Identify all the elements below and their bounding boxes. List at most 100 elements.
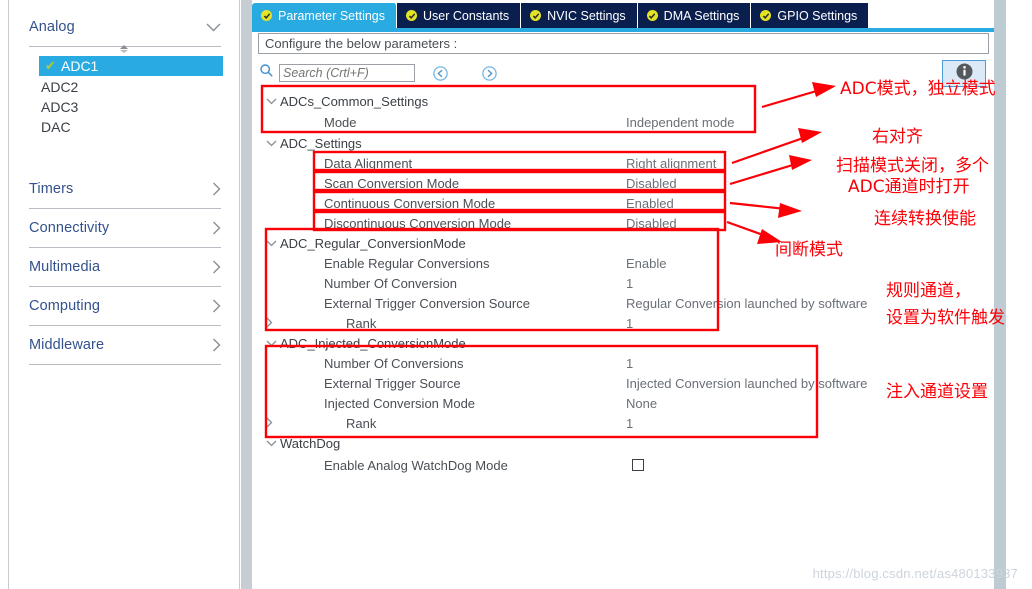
table-row[interactable]: Injected Conversion Mode None: [252, 393, 994, 413]
sidebar-category-label: Connectivity: [29, 220, 110, 236]
sidebar-category-computing[interactable]: Computing: [29, 287, 221, 326]
check-circle-icon: [406, 10, 417, 21]
tree-group-label: ADC_Regular_ConversionMode: [280, 235, 466, 251]
tab-gpio-settings[interactable]: GPIO Settings: [751, 3, 869, 28]
tree-group-label: ADC_Injected_ConversionMode: [280, 335, 466, 351]
sidebar-item-adc2[interactable]: ADC2: [9, 77, 241, 97]
tab-parameter-settings[interactable]: Parameter Settings: [252, 3, 397, 28]
param-value[interactable]: Independent mode: [626, 115, 734, 130]
circle-right-arrow-icon[interactable]: [482, 65, 497, 81]
chevron-down-icon[interactable]: [266, 140, 280, 147]
tab-bar: Parameter Settings User Constants NVIC S…: [252, 3, 994, 28]
note-scan-mode-1: 扫描模式关闭，多个: [836, 156, 989, 176]
sidebar-item-label: ADC2: [41, 79, 79, 95]
search-icon: [260, 64, 273, 82]
check-circle-icon: [646, 10, 658, 21]
param-name: Continuous Conversion Mode: [324, 195, 496, 211]
parameter-tree: ADCs_Common_Settings Mode Independent mo…: [252, 90, 994, 477]
param-name: Discontinuous Conversion Mode: [324, 215, 512, 231]
param-value[interactable]: Regular Conversion launched by software: [626, 296, 867, 311]
tab-label: NVIC Settings: [547, 8, 626, 23]
param-name: Injected Conversion Mode: [324, 395, 476, 411]
table-row[interactable]: External Trigger Conversion Source Regul…: [252, 293, 994, 313]
param-value[interactable]: Disabled: [626, 216, 677, 231]
check-circle-icon: [530, 10, 542, 21]
chevron-down-icon[interactable]: [266, 340, 280, 347]
sidebar-item-adc3[interactable]: ADC3: [9, 97, 241, 117]
table-row[interactable]: Enable Regular Conversions Enable: [252, 253, 994, 273]
note-regular-2: 设置为软件触发: [886, 308, 1005, 328]
component-sidebar: Analog ✔ ADC1 ADC2 ADC3 DAC Timers Conne…: [8, 0, 240, 589]
table-row[interactable]: Number Of Conversions 1: [252, 353, 994, 373]
sidebar-item-dac[interactable]: DAC: [9, 117, 241, 137]
sidebar-category-label: Multimedia: [29, 259, 101, 275]
param-value[interactable]: 1: [626, 356, 633, 371]
sidebar-resize-grip[interactable]: [115, 44, 133, 54]
param-name: Mode: [324, 115, 357, 130]
sidebar-category-timers[interactable]: Timers: [29, 170, 221, 209]
tab-label: User Constants: [423, 8, 510, 23]
search-input[interactable]: [279, 64, 415, 82]
tab-nvic-settings[interactable]: NVIC Settings: [521, 3, 638, 28]
param-value[interactable]: Disabled: [626, 176, 677, 191]
sidebar-category-multimedia[interactable]: Multimedia: [29, 248, 221, 287]
param-name: External Trigger Source: [324, 375, 461, 391]
panel-divider[interactable]: [241, 0, 252, 589]
param-name: Scan Conversion Mode: [324, 175, 460, 191]
note-scan-mode-2: ADC通道时打开: [848, 177, 970, 197]
param-value[interactable]: 1: [626, 276, 633, 291]
param-name: External Trigger Conversion Source: [324, 295, 530, 311]
table-row[interactable]: Rank 1: [252, 313, 994, 333]
note-right-align: 右对齐: [872, 127, 923, 147]
tab-underline: [252, 28, 994, 32]
sidebar-item-label: ADC3: [41, 99, 79, 115]
note-regular-1: 规则通道，: [886, 281, 971, 301]
param-name: Rank: [346, 315, 377, 331]
sidebar-category-connectivity[interactable]: Connectivity: [29, 209, 221, 248]
vertical-scrollbar[interactable]: [994, 0, 1006, 589]
param-value[interactable]: Enabled: [626, 196, 674, 211]
tab-user-constants[interactable]: User Constants: [397, 3, 522, 28]
table-row[interactable]: Rank 1: [252, 413, 994, 433]
param-value[interactable]: Enable: [626, 256, 666, 271]
sidebar-item-label: ADC1: [61, 58, 99, 74]
param-value[interactable]: 1: [626, 416, 633, 431]
chevron-down-icon[interactable]: [266, 98, 280, 105]
param-name: Rank: [346, 415, 377, 431]
check-circle-icon: [261, 10, 272, 21]
chevron-down-icon[interactable]: [266, 240, 280, 247]
tab-dma-settings[interactable]: DMA Settings: [637, 3, 752, 28]
tree-group-adc-injected-conversionmode[interactable]: ADC_Injected_ConversionMode: [252, 333, 994, 353]
sidebar-category-label: Computing: [29, 298, 101, 314]
table-row[interactable]: External Trigger Source Injected Convers…: [252, 373, 994, 393]
check-icon: ✔: [45, 58, 56, 73]
sidebar-category-analog[interactable]: Analog: [29, 8, 221, 47]
tab-label: GPIO Settings: [777, 8, 858, 23]
chevron-right-icon: [212, 221, 221, 235]
sidebar-category-middleware[interactable]: Middleware: [29, 326, 221, 365]
chevron-down-icon: [206, 23, 221, 32]
chevron-down-icon[interactable]: [266, 440, 280, 447]
chevron-right-icon[interactable]: [266, 316, 273, 331]
tree-group-watchdog[interactable]: WatchDog: [252, 433, 994, 453]
circle-left-arrow-icon[interactable]: [433, 65, 448, 81]
tree-group-adc-regular-conversionmode[interactable]: ADC_Regular_ConversionMode: [252, 233, 994, 253]
chevron-right-icon[interactable]: [266, 416, 273, 431]
note-adc-mode: ADC模式，独立模式: [840, 79, 996, 99]
configure-hint-bar: Configure the below parameters :: [258, 33, 989, 54]
param-value[interactable]: 1: [626, 316, 633, 331]
param-value[interactable]: Right alignment: [626, 156, 716, 171]
sidebar-category-label: Middleware: [29, 337, 105, 353]
enable-analog-watchdog-checkbox[interactable]: [632, 459, 644, 471]
table-row[interactable]: Enable Analog WatchDog Mode: [252, 453, 994, 477]
chevron-right-icon: [212, 182, 221, 196]
param-value[interactable]: None: [626, 396, 657, 411]
sidebar-category-label: Timers: [29, 181, 74, 197]
param-value[interactable]: Injected Conversion launched by software: [626, 376, 867, 391]
sidebar-item-adc1[interactable]: ✔ ADC1: [39, 56, 223, 76]
param-name: Number Of Conversion: [324, 275, 457, 291]
table-row[interactable]: Number Of Conversion 1: [252, 273, 994, 293]
param-name: Enable Regular Conversions: [324, 255, 490, 271]
check-circle-icon: [760, 10, 772, 21]
note-injected: 注入通道设置: [886, 382, 988, 402]
